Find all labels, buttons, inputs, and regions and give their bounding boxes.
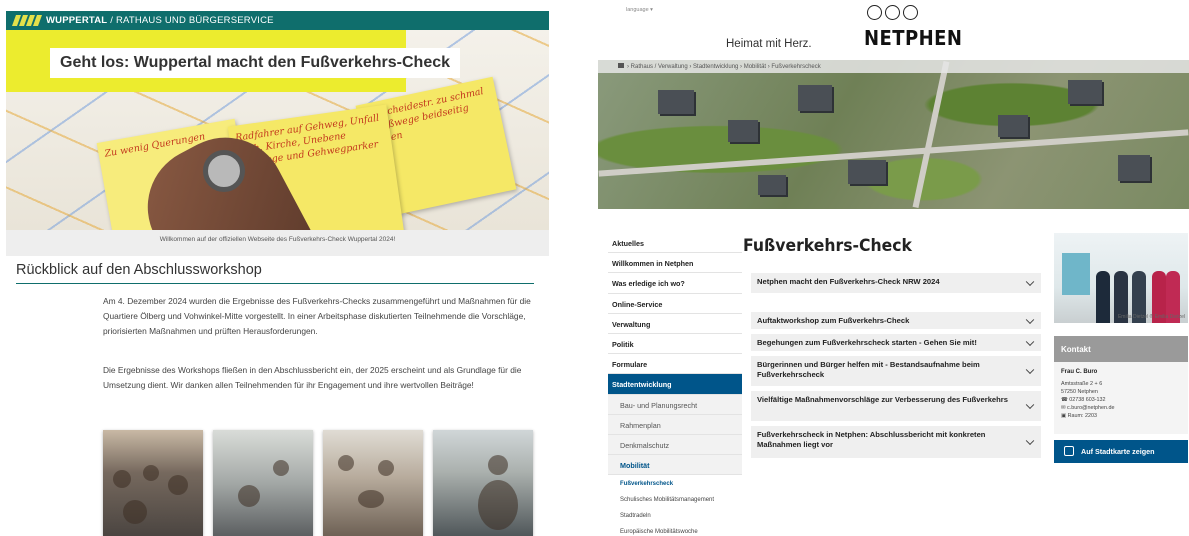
hero-image: Rollscheidestr. zu schmal f. Fußwege bei… — [6, 30, 549, 230]
chevron-down-icon — [1025, 365, 1035, 375]
sidebar-item[interactable]: Aktuelles — [608, 233, 742, 254]
sidebar-item[interactable]: Denkmalschutz — [608, 434, 742, 456]
sidebar-item[interactable]: Mobilität — [608, 455, 742, 476]
chevron-down-icon — [1025, 337, 1035, 346]
paragraph: Am 4. Dezember 2024 wurden die Ergebniss… — [103, 296, 531, 336]
header-subtitle: / RATHAUS UND BÜRGERSERVICE — [110, 15, 274, 26]
contact-line: 57250 Netphen — [1061, 389, 1098, 395]
sidebar-nav: Aktuelles Willkommen in Netphen Was erledi… — [608, 233, 742, 536]
accordion-label: Auftaktworkshop zum Fußverkehrs-Check — [757, 316, 910, 325]
wuppertal-page: WUPPERTAL / RATHAUS UND BÜRGERSERVICE Ro… — [0, 0, 552, 536]
accordion-label: Vielfältige Maßnahmenvorschläge zur Verb… — [757, 395, 1008, 404]
netphen-logo[interactable]: NETPHEN — [864, 26, 962, 50]
brand-name: WUPPERTAL — [46, 15, 108, 26]
sidebar-item[interactable]: Fußverkehrscheck — [608, 475, 742, 491]
chevron-down-icon — [1025, 400, 1035, 410]
accordion-item[interactable]: Vielfältige Maßnahmenvorschläge zur Verb… — [751, 391, 1041, 421]
breadcrumb-text: › Rathaus / Verwaltung › Stadtentwicklun… — [627, 64, 821, 70]
accordion-item[interactable]: Bürgerinnen und Bürger helfen mit - Best… — [751, 356, 1041, 386]
language-selector[interactable]: language ▾ — [626, 7, 653, 13]
wuppertal-logo-icon — [11, 15, 43, 26]
netphen-page: language ▾ Heimat mit Herz. NETPHEN › Ra… — [596, 0, 1189, 536]
sidebar-item[interactable]: Online-Service — [608, 294, 742, 314]
sidebar-item[interactable]: Bau- und Planungsrecht — [608, 394, 742, 415]
accordion-label: Fußverkehrscheck in Netphen: Abschlussbe… — [757, 430, 986, 449]
watch-icon — [203, 150, 245, 192]
accordion-label: Netphen macht den Fußverkehrs-Check NRW … — [757, 277, 940, 286]
banner-stand — [1062, 253, 1090, 295]
sidebar-item[interactable]: Willkommen in Netphen — [608, 253, 742, 274]
sidebar-item[interactable]: Schulisches Mobilitätsmanagement — [608, 491, 742, 507]
wuppertal-header-bar[interactable]: WUPPERTAL / RATHAUS UND BÜRGERSERVICE — [6, 11, 549, 30]
paragraph: Die Ergebnisse des Workshops fließen in … — [103, 365, 522, 390]
netphen-logo-icon — [867, 5, 918, 20]
accordion-label: Bürgerinnen und Bürger helfen mit - Best… — [757, 360, 980, 379]
accordion-item[interactable]: Begehungen zum Fußverkehrscheck starten … — [751, 334, 1041, 351]
slogan: Heimat mit Herz. — [726, 38, 812, 50]
chevron-down-icon — [1025, 277, 1035, 287]
aerial-photo: › Rathaus / Verwaltung › Stadtentwicklun… — [598, 60, 1189, 209]
sidebar-item[interactable]: Politik — [608, 334, 742, 355]
workshop-photo[interactable] — [433, 430, 533, 536]
sidebar-item[interactable]: Was erledige ich wo? — [608, 273, 742, 294]
contact-box: Frau C. Buro Amtsstraße 2 + 6 57250 Netp… — [1054, 362, 1188, 434]
contact-email[interactable]: ✉ c.buro@netphen.de — [1061, 404, 1181, 412]
sidebar-item[interactable]: Verwaltung — [608, 314, 742, 334]
chevron-down-icon — [1025, 315, 1035, 324]
workshop-photo[interactable] — [213, 430, 313, 536]
workshop-photo[interactable] — [323, 430, 423, 536]
home-icon[interactable] — [618, 63, 624, 68]
hero-title: Geht los: Wuppertal macht den Fußverkehr… — [50, 48, 461, 78]
page-title: Fußverkehrs-Check — [743, 236, 912, 256]
hero-caption: Willkommen auf der offiziellen Webseite … — [6, 230, 549, 256]
sidebar-item[interactable]: Formulare — [608, 354, 742, 375]
sidebar-item[interactable]: Stadtentwicklung — [608, 374, 742, 395]
breadcrumb[interactable]: › Rathaus / Verwaltung › Stadtentwicklun… — [598, 60, 1189, 73]
photo-credit: Emilia Dietzel ® Emilia Dietzel — [1117, 314, 1185, 320]
team-photo[interactable]: Emilia Dietzel ® Emilia Dietzel — [1054, 233, 1188, 323]
contact-name: Frau C. Buro — [1061, 369, 1098, 375]
contact-phone[interactable]: ☎ 02738 603-132 — [1061, 396, 1181, 404]
contact-heading: Kontakt — [1054, 336, 1188, 362]
sidebar-item[interactable]: Stadtradeln — [608, 507, 742, 523]
accordion-item[interactable]: Auftaktworkshop zum Fußverkehrs-Check — [751, 312, 1041, 329]
sidebar-item[interactable]: Europäische Mobilitätswoche — [608, 523, 742, 536]
sidebar-item[interactable]: Rahmenplan — [608, 414, 742, 435]
accordion-item[interactable]: Netphen macht den Fußverkehrs-Check NRW … — [751, 273, 1041, 293]
accordion-item[interactable]: Fußverkehrscheck in Netphen: Abschlussbe… — [751, 426, 1041, 458]
contact-line: Amtsstraße 2 + 6 — [1061, 381, 1103, 387]
section-title: Rückblick auf den Abschlussworkshop — [16, 262, 534, 284]
map-button-label: Auf Stadtkarte zeigen — [1081, 447, 1155, 456]
accordion-label: Begehungen zum Fußverkehrscheck starten … — [757, 338, 977, 347]
map-button[interactable]: Auf Stadtkarte zeigen — [1054, 440, 1188, 463]
workshop-photo[interactable] — [103, 430, 203, 536]
chevron-down-icon — [1025, 436, 1035, 446]
contact-room: ▣ Raum: 2203 — [1061, 413, 1097, 419]
map-pin-icon — [1064, 446, 1074, 456]
